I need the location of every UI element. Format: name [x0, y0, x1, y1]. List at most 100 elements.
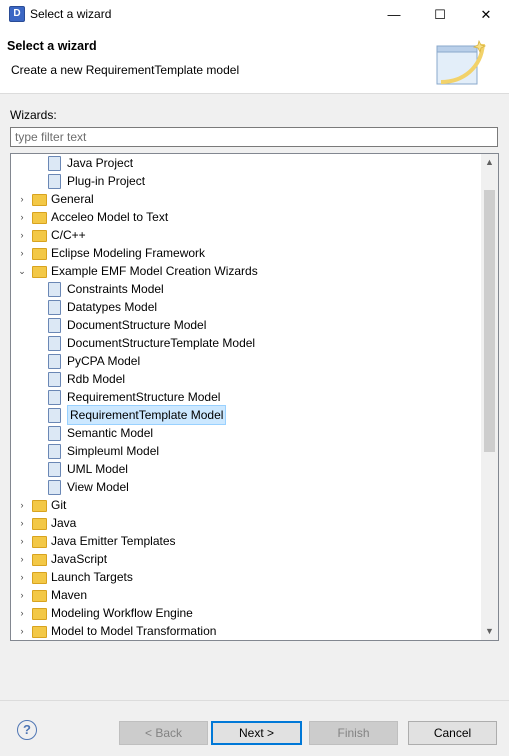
banner-heading: Select a wizard: [7, 39, 97, 53]
finish-button[interactable]: Finish: [309, 721, 398, 745]
tree-item[interactable]: PyCPA Model: [11, 352, 481, 370]
folder-icon: [32, 572, 47, 584]
tree-item-label: DocumentStructure Model: [67, 318, 207, 332]
folder-icon: [32, 626, 47, 638]
tree-item[interactable]: Semantic Model: [11, 424, 481, 442]
banner-description: Create a new RequirementTemplate model: [11, 63, 240, 77]
tree-item[interactable]: › JavaScript: [11, 550, 481, 568]
scroll-thumb[interactable]: [484, 190, 495, 452]
help-icon[interactable]: ?: [17, 720, 37, 740]
tree-item[interactable]: RequirementStructure Model: [11, 388, 481, 406]
model-icon: [48, 480, 61, 495]
model-icon: [48, 444, 61, 459]
tree-item-label: Semantic Model: [67, 426, 154, 440]
expand-arrow-icon[interactable]: ›: [17, 622, 27, 640]
expand-arrow-icon[interactable]: ›: [17, 586, 27, 604]
tree-item-label: Rdb Model: [67, 372, 126, 386]
tree-item-label: Model to Model Transformation: [51, 624, 217, 638]
tree-item-label: Modeling Workflow Engine: [51, 606, 193, 620]
tree-item-label: Simpleuml Model: [67, 444, 160, 458]
filter-input[interactable]: [11, 128, 499, 146]
tree-item-label: JavaScript: [51, 552, 108, 566]
maximize-button[interactable]: ☐: [417, 0, 463, 29]
wizard-banner-icon: [436, 39, 487, 85]
plugin-project-icon: [48, 174, 61, 189]
tree-item-label: Maven: [51, 588, 88, 602]
tree-item-label: Example EMF Model Creation Wizards: [51, 264, 258, 278]
tree-item-label: Java Emitter Templates: [51, 534, 176, 548]
tree-item[interactable]: › Model to Model Transformation: [11, 622, 481, 640]
cancel-button[interactable]: Cancel: [408, 721, 497, 745]
tree-item[interactable]: › Java Emitter Templates: [11, 532, 481, 550]
model-icon: [48, 372, 61, 387]
expand-arrow-icon[interactable]: ›: [17, 550, 27, 568]
wizard-tree[interactable]: Java Project Plug-in Project › General › Acce…: [10, 153, 499, 641]
tree-item-label: Acceleo Model to Text: [51, 210, 169, 224]
tree-item-label: Datatypes Model: [67, 300, 158, 314]
expand-arrow-icon[interactable]: ›: [17, 604, 27, 622]
folder-icon: [32, 554, 47, 566]
folder-icon: [32, 518, 47, 530]
java-project-icon: [48, 156, 61, 171]
tree-item[interactable]: › Eclipse Modeling Framework: [11, 244, 481, 262]
tree-item[interactable]: Simpleuml Model: [11, 442, 481, 460]
tree-item-label: PyCPA Model: [67, 354, 141, 368]
filter-field: [10, 127, 499, 147]
footer-separator: [0, 700, 509, 701]
expand-arrow-icon[interactable]: ›: [17, 190, 27, 208]
expand-arrow-icon[interactable]: ›: [17, 514, 27, 532]
model-icon: [48, 282, 61, 297]
tree-item-label: UML Model: [67, 462, 128, 476]
tree-item[interactable]: Rdb Model: [11, 370, 481, 388]
title-bar: D Select a wizard — ☐ ✕: [0, 0, 509, 29]
folder-icon: [32, 212, 47, 224]
collapse-arrow-icon[interactable]: ⌄: [17, 262, 27, 280]
expand-arrow-icon[interactable]: ›: [17, 208, 27, 226]
folder-icon: [32, 608, 47, 620]
minimize-button[interactable]: —: [371, 0, 417, 29]
tree-item[interactable]: Constraints Model: [11, 280, 481, 298]
tree-item-label: RequirementTemplate Model: [67, 405, 227, 425]
document-template-icon: [48, 336, 61, 351]
back-button[interactable]: < Back: [119, 721, 208, 745]
tree-item[interactable]: DocumentStructure Model: [11, 316, 481, 334]
expand-arrow-icon[interactable]: ›: [17, 244, 27, 262]
model-icon: [48, 426, 61, 441]
tree-item[interactable]: Datatypes Model: [11, 298, 481, 316]
tree-item[interactable]: ⌄ Example EMF Model Creation Wizards: [11, 262, 481, 280]
scroll-up-arrow-icon[interactable]: ▲: [481, 154, 498, 171]
tree-item[interactable]: Java Project: [11, 154, 481, 172]
tree-item[interactable]: › Launch Targets: [11, 568, 481, 586]
tree-item[interactable]: › General: [11, 190, 481, 208]
tree-item[interactable]: UML Model: [11, 460, 481, 478]
model-icon: [48, 390, 61, 405]
tree-item-label: Java Project: [67, 156, 134, 170]
close-button[interactable]: ✕: [463, 0, 509, 29]
tree-item[interactable]: Plug-in Project: [11, 172, 481, 190]
expand-arrow-icon[interactable]: ›: [17, 568, 27, 586]
expand-arrow-icon[interactable]: ›: [17, 496, 27, 514]
tree-item-label: RequirementStructure Model: [67, 390, 221, 404]
vertical-scrollbar[interactable]: ▲ ▼: [481, 154, 498, 640]
tree-item-label: Launch Targets: [51, 570, 133, 584]
window-title: Select a wizard: [30, 7, 112, 21]
scroll-down-arrow-icon[interactable]: ▼: [481, 623, 498, 640]
tree-item[interactable]: › Maven: [11, 586, 481, 604]
tree-item[interactable]: RequirementTemplate Model: [11, 405, 481, 425]
wizards-label: Wizards:: [10, 108, 57, 122]
expand-arrow-icon[interactable]: ›: [17, 226, 27, 244]
folder-icon: [32, 500, 47, 512]
tree-item[interactable]: DocumentStructureTemplate Model: [11, 334, 481, 352]
tree-item[interactable]: View Model: [11, 478, 481, 496]
tree-item-label: General: [51, 192, 94, 206]
tree-item[interactable]: › C/C++: [11, 226, 481, 244]
tree-item[interactable]: › Modeling Workflow Engine: [11, 604, 481, 622]
tree-item[interactable]: › Acceleo Model to Text: [11, 208, 481, 226]
folder-open-icon: [32, 266, 47, 278]
expand-arrow-icon[interactable]: ›: [17, 532, 27, 550]
folder-icon: [32, 194, 47, 206]
next-button[interactable]: Next >: [211, 721, 302, 745]
tree-item[interactable]: › Git: [11, 496, 481, 514]
tree-item[interactable]: › Java: [11, 514, 481, 532]
tree-item-label: Java: [51, 516, 77, 530]
